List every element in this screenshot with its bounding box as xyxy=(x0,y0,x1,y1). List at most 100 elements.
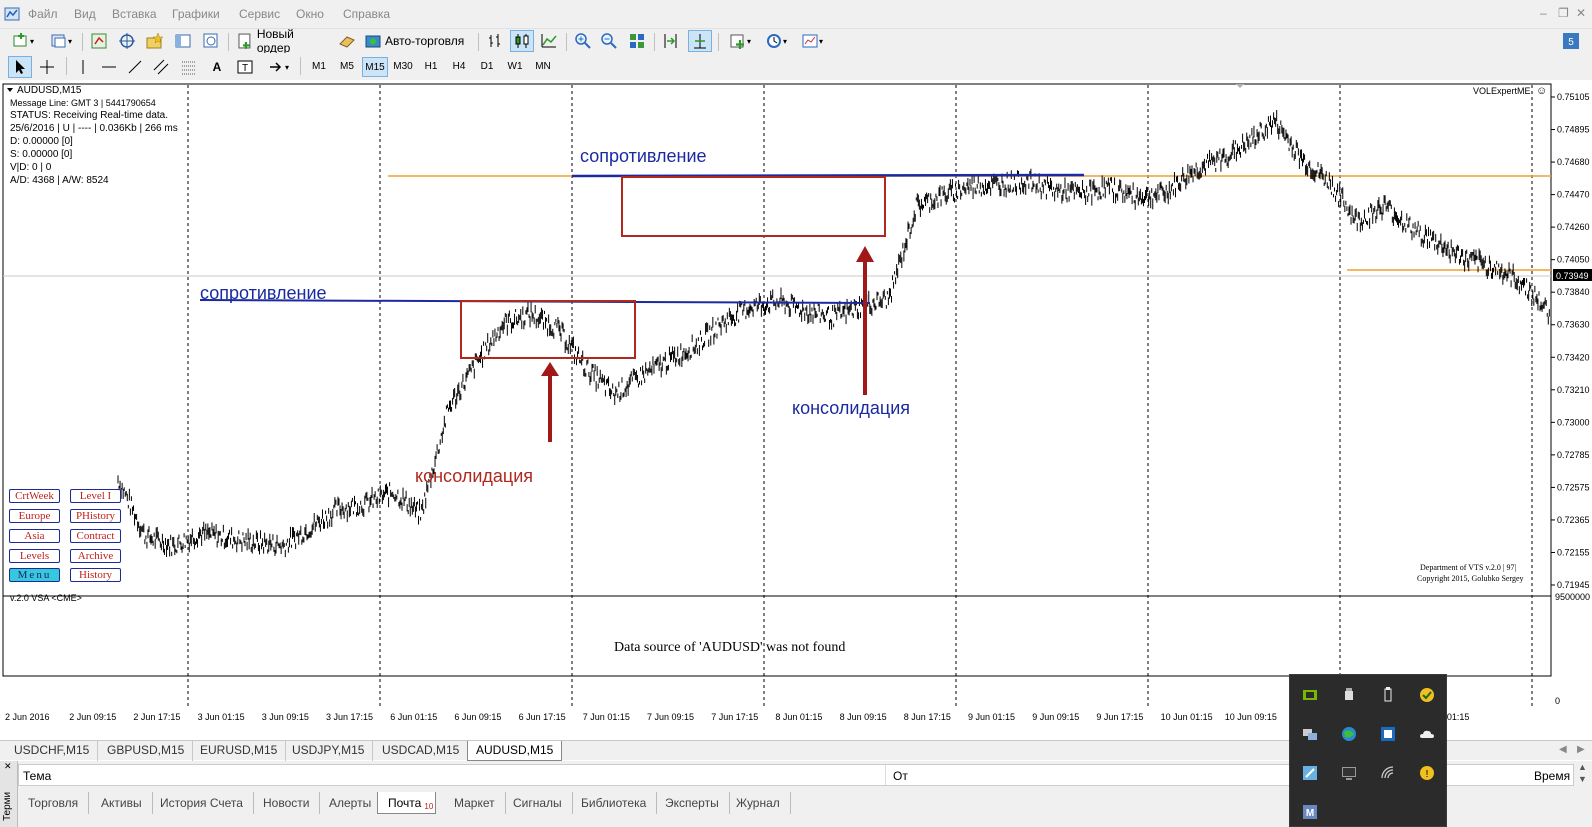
templates-button[interactable]: ▾ xyxy=(796,30,828,52)
auto-scroll-button[interactable] xyxy=(688,30,712,52)
meta-editor-button[interactable] xyxy=(336,30,358,52)
malwarebytes-icon[interactable]: M xyxy=(1301,803,1319,821)
menu-help[interactable]: Справка xyxy=(343,7,390,21)
timeframe-m5-button[interactable]: M5 xyxy=(334,57,360,77)
tab-usdchf[interactable]: USDCHF,M15 xyxy=(6,741,99,761)
wifi-icon[interactable] xyxy=(1379,764,1397,782)
tab-trade[interactable]: Торговля xyxy=(18,792,90,814)
contract-button[interactable]: Contract xyxy=(70,529,121,543)
community-button[interactable]: 5 xyxy=(1560,30,1582,52)
tab-assets[interactable]: Активы xyxy=(91,792,153,814)
strategy-tester-button[interactable] xyxy=(200,30,222,52)
menu-insert[interactable]: Вставка xyxy=(112,7,157,21)
timeframe-h1-button[interactable]: H1 xyxy=(418,57,444,77)
tab-experts[interactable]: Эксперты xyxy=(655,792,730,814)
tab-alerts[interactable]: Алерты xyxy=(319,792,383,814)
minimize-icon[interactable]: – xyxy=(1540,6,1547,20)
timeframe-w1-button[interactable]: W1 xyxy=(502,57,528,77)
data-window-button[interactable] xyxy=(116,30,138,52)
tab-news[interactable]: Новости xyxy=(253,792,321,814)
horizontal-line-button[interactable] xyxy=(98,56,120,78)
tab-journal[interactable]: Журнал xyxy=(726,792,791,814)
candlestick-chart-button[interactable] xyxy=(510,30,534,52)
crosshair-tool-button[interactable] xyxy=(36,56,58,78)
zoom-out-button[interactable] xyxy=(598,30,620,52)
tab-usdjpy[interactable]: USDJPY,M15 xyxy=(284,741,374,761)
tab-eurusd[interactable]: EURUSD,M15 xyxy=(192,741,287,761)
timeframe-m15-button[interactable]: M15 xyxy=(362,57,388,77)
fibonacci-button[interactable] xyxy=(178,56,200,78)
timeframe-h4-button[interactable]: H4 xyxy=(446,57,472,77)
text-tool-button[interactable]: A xyxy=(206,56,228,78)
onedrive-cloud-icon[interactable] xyxy=(1418,725,1436,743)
restore-icon[interactable]: ❐ xyxy=(1558,6,1569,20)
tab-library[interactable]: Библиотека xyxy=(571,792,658,814)
chart-window[interactable]: сопротивление сопротивление консолидация… xyxy=(0,80,1592,722)
terminal-scroll-down-icon[interactable]: ▼ xyxy=(1578,774,1587,784)
arrows-button[interactable]: ▾ xyxy=(262,56,294,78)
cpu-monitor-icon[interactable] xyxy=(1379,725,1397,743)
terminal-close-icon[interactable]: ✕ xyxy=(4,761,12,772)
tab-mailbox[interactable]: Почта 10 xyxy=(377,792,437,814)
tab-market[interactable]: Маркет xyxy=(444,792,506,814)
asia-button[interactable]: Asia xyxy=(9,529,60,543)
market-watch-button[interactable] xyxy=(88,30,110,52)
tab-account-history[interactable]: История Счета xyxy=(150,792,254,814)
resistance-line-upper[interactable] xyxy=(571,173,1085,178)
display-monitor-icon[interactable] xyxy=(1340,764,1358,782)
europe-button[interactable]: Europe xyxy=(9,509,60,523)
network-drive-icon[interactable] xyxy=(1301,725,1319,743)
indicators-button[interactable]: ▾ xyxy=(724,30,756,52)
new-order-button[interactable]: Новый ордер xyxy=(234,27,330,55)
tab-signals[interactable]: Сигналы xyxy=(503,792,573,814)
history-button[interactable]: History xyxy=(70,568,121,582)
expert-smiley-icon[interactable]: ☺ xyxy=(1536,85,1547,97)
consolidation-box-upper[interactable] xyxy=(621,176,886,237)
timeframe-m30-button[interactable]: M30 xyxy=(390,57,416,77)
chart-dropdown-icon[interactable] xyxy=(7,88,13,92)
tab-usdcad[interactable]: USDCAD,M15 xyxy=(374,741,469,761)
bar-chart-button[interactable] xyxy=(484,30,506,52)
close-icon[interactable]: ✕ xyxy=(1576,6,1586,20)
tile-windows-button[interactable] xyxy=(626,30,648,52)
column-subject[interactable]: Тема xyxy=(23,769,51,783)
timeframe-m1-button[interactable]: M1 xyxy=(306,57,332,77)
tab-audusd[interactable]: AUDUSD,M15 xyxy=(467,741,563,761)
tabs-scroll-left-icon[interactable]: ◀ xyxy=(1559,744,1567,755)
levels-button[interactable]: Levels xyxy=(9,549,60,563)
time-axis[interactable]: 2 Jun 2016 2 Jun 09:15 2 Jun 17:15 3 Jun 01… xyxy=(5,712,1469,722)
phistory-button[interactable]: PHistory xyxy=(70,509,121,523)
text-label-button[interactable]: T xyxy=(234,56,256,78)
autotrading-button[interactable]: Авто-торговля xyxy=(362,30,472,52)
level-i-button[interactable]: Level I xyxy=(70,489,121,503)
navigator-button[interactable] xyxy=(144,30,166,52)
menu-file[interactable]: Файл xyxy=(28,7,58,21)
equidistant-channel-button[interactable] xyxy=(150,56,172,78)
timeframe-d1-button[interactable]: D1 xyxy=(474,57,500,77)
tabs-scroll-right-icon[interactable]: ▶ xyxy=(1577,744,1585,755)
shift-marker-icon[interactable] xyxy=(1236,84,1244,88)
archive-button[interactable]: Archive xyxy=(70,549,121,563)
zoom-in-button[interactable] xyxy=(572,30,594,52)
menu-charts[interactable]: Графики xyxy=(172,7,220,21)
periods-button[interactable]: ▾ xyxy=(760,30,792,52)
chart-shift-button[interactable] xyxy=(660,30,682,52)
cursor-tool-button[interactable] xyxy=(8,56,32,78)
tab-gbpusd[interactable]: GBPUSD,M15 xyxy=(99,741,194,761)
nvidia-icon[interactable] xyxy=(1301,686,1319,704)
norton-check-icon[interactable] xyxy=(1418,686,1436,704)
usb-drive-icon[interactable] xyxy=(1379,686,1397,704)
timeframe-mn-button[interactable]: MN xyxy=(530,57,556,77)
profiles-button[interactable]: ▾ xyxy=(46,30,76,52)
update-notification-icon[interactable]: ! xyxy=(1418,764,1436,782)
price-axis[interactable]: 0.75105 0.74895 0.74680 0.74470 0.74260 0.740… xyxy=(1551,92,1590,590)
terminal-button[interactable] xyxy=(172,30,194,52)
line-chart-button[interactable] xyxy=(538,30,560,52)
column-from[interactable]: От xyxy=(893,769,908,783)
menu-tools[interactable]: Сервис xyxy=(239,7,280,21)
column-time[interactable]: Время xyxy=(1534,769,1570,783)
crtweek-button[interactable]: CrtWeek xyxy=(9,489,60,503)
pen-tablet-icon[interactable] xyxy=(1301,764,1319,782)
menu-window[interactable]: Окно xyxy=(296,7,324,21)
globe-app-icon[interactable] xyxy=(1340,725,1358,743)
